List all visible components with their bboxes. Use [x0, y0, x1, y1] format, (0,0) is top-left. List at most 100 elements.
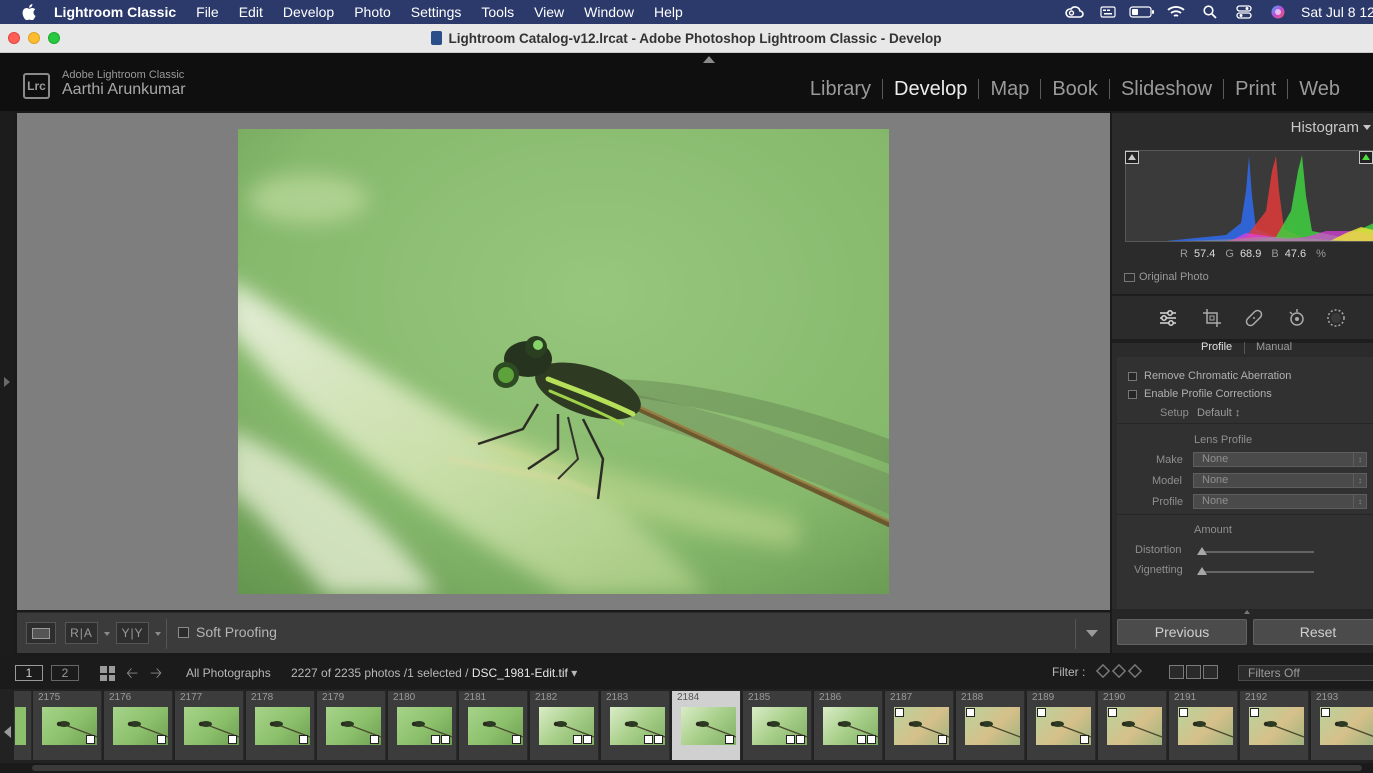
- remove-chromatic-aberration-option[interactable]: Remove Chromatic Aberration: [1128, 370, 1291, 382]
- primary-window-button[interactable]: 1: [15, 665, 43, 681]
- filmstrip-thumbnail[interactable]: 2176: [104, 691, 173, 760]
- profile-dropdown[interactable]: None ↕: [1193, 494, 1367, 509]
- maximize-window-button[interactable]: [48, 32, 60, 44]
- module-print[interactable]: Print: [1223, 79, 1287, 99]
- filmstrip-thumbnail[interactable]: 2181: [459, 691, 528, 760]
- filmstrip-thumbnail[interactable]: 2187: [885, 691, 954, 760]
- filmstrip-scrollbar[interactable]: [0, 763, 1373, 773]
- before-after-left-right-button[interactable]: R|A: [65, 622, 98, 644]
- filmstrip-thumbnail[interactable]: 2190: [1098, 691, 1167, 760]
- filmstrip-thumbnail[interactable]: 2178: [246, 691, 315, 760]
- previous-photo-arrow-icon[interactable]: 🡠: [126, 666, 138, 681]
- grid-view-icon[interactable]: [100, 666, 115, 681]
- filmstrip-partial-thumbnail[interactable]: [14, 691, 32, 760]
- secondary-window-button[interactable]: 2: [51, 665, 79, 681]
- control-center-icon[interactable]: [1227, 0, 1261, 24]
- module-web[interactable]: Web: [1287, 79, 1351, 99]
- menu-settings[interactable]: Settings: [401, 4, 472, 20]
- filmstrip-thumbnail[interactable]: 2193: [1311, 691, 1373, 760]
- distortion-slider-thumb[interactable]: [1197, 547, 1207, 555]
- shadow-clipping-indicator[interactable]: [1125, 151, 1139, 164]
- menu-edit[interactable]: Edit: [229, 4, 273, 20]
- module-library[interactable]: Library: [799, 79, 882, 99]
- flag-filter-icon[interactable]: [1111, 663, 1127, 679]
- setup-dropdown[interactable]: Default ↕: [1197, 407, 1240, 419]
- vignetting-slider-thumb[interactable]: [1197, 567, 1207, 575]
- filmstrip-thumbnail[interactable]: 2182: [530, 691, 599, 760]
- close-window-button[interactable]: [8, 32, 20, 44]
- healing-icon[interactable]: [1242, 306, 1266, 330]
- filters-dropdown[interactable]: Filters Off: [1238, 665, 1373, 681]
- crop-icon[interactable]: [1200, 306, 1224, 330]
- original-photo-checkbox[interactable]: [1124, 272, 1135, 282]
- filmstrip-thumbnail[interactable]: 2179: [317, 691, 386, 760]
- filmstrip-thumbnail[interactable]: 2188: [956, 691, 1025, 760]
- edit-sliders-icon[interactable]: [1156, 306, 1180, 330]
- tab-manual[interactable]: Manual: [1256, 341, 1292, 353]
- filmstrip-thumbnail[interactable]: 2189: [1027, 691, 1096, 760]
- filmstrip-thumbnail[interactable]: 2191: [1169, 691, 1238, 760]
- filmstrip-thumbnail[interactable]: 2185: [743, 691, 812, 760]
- histogram-graph[interactable]: [1125, 150, 1373, 242]
- module-develop[interactable]: Develop: [882, 79, 978, 99]
- flag-filter-icon[interactable]: [1127, 663, 1143, 679]
- chevron-down-icon[interactable]: ▾: [571, 666, 577, 680]
- loupe-view-button[interactable]: [26, 622, 56, 644]
- collapse-top-panel-icon[interactable]: [703, 56, 715, 63]
- menu-help[interactable]: Help: [644, 4, 693, 20]
- filmstrip-thumbnail[interactable]: 2192: [1240, 691, 1309, 760]
- flag-filter-icon[interactable]: [1095, 663, 1111, 679]
- before-after-toggle-button[interactable]: Y|Y: [116, 622, 149, 644]
- filmstrip-thumbnail[interactable]: 2175: [33, 691, 102, 760]
- remove-chromatic-aberration-checkbox[interactable]: [1128, 371, 1137, 381]
- wifi-icon[interactable]: [1159, 0, 1193, 24]
- filmstrip-thumbnail[interactable]: 2183: [601, 691, 670, 760]
- view-filter-icons[interactable]: [1169, 665, 1218, 679]
- before-after-menu-caret[interactable]: [104, 632, 110, 636]
- menu-app-name[interactable]: Lightroom Classic: [54, 4, 186, 20]
- menu-view[interactable]: View: [524, 4, 574, 20]
- menu-develop[interactable]: Develop: [273, 4, 344, 20]
- original-photo-toggle[interactable]: Original Photo: [1124, 271, 1209, 283]
- filmstrip-scroll-left-icon[interactable]: [4, 726, 11, 738]
- menu-file[interactable]: File: [186, 4, 229, 20]
- red-eye-icon[interactable]: [1285, 306, 1309, 330]
- masking-icon[interactable]: [1324, 306, 1348, 330]
- damselfly-photo[interactable]: [238, 129, 889, 594]
- siri-icon[interactable]: [1261, 0, 1295, 24]
- filmstrip-thumbnail[interactable]: 2186: [814, 691, 883, 760]
- creative-cloud-icon[interactable]: [1057, 0, 1091, 24]
- next-photo-arrow-icon[interactable]: 🡢: [150, 666, 162, 681]
- view-filter-icon[interactable]: [1203, 665, 1218, 679]
- filmstrip-thumbnail[interactable]: 2177: [175, 691, 244, 760]
- flag-filter-icons[interactable]: [1095, 663, 1143, 679]
- module-book[interactable]: Book: [1040, 79, 1109, 99]
- battery-icon[interactable]: [1125, 0, 1159, 24]
- expand-left-panel-icon[interactable]: [4, 377, 10, 387]
- view-filter-icon[interactable]: [1186, 665, 1201, 679]
- keyboard-icon[interactable]: [1091, 0, 1125, 24]
- vignetting-slider[interactable]: [1197, 567, 1314, 575]
- module-slideshow[interactable]: Slideshow: [1108, 79, 1223, 99]
- toolbar-content-chevron-icon[interactable]: [1086, 630, 1098, 637]
- filmstrip-scrollbar-thumb[interactable]: [32, 765, 1362, 771]
- histogram-header[interactable]: Histogram: [1112, 113, 1373, 141]
- enable-profile-corrections-checkbox[interactable]: [1128, 389, 1137, 399]
- menu-clock[interactable]: Sat Jul 8 12: [1295, 4, 1373, 20]
- minimize-window-button[interactable]: [28, 32, 40, 44]
- enable-profile-corrections-option[interactable]: Enable Profile Corrections: [1128, 388, 1272, 400]
- tab-profile[interactable]: Profile: [1201, 341, 1232, 353]
- distortion-slider[interactable]: [1197, 547, 1314, 555]
- soft-proofing-checkbox[interactable]: [178, 627, 189, 638]
- make-dropdown[interactable]: None ↕: [1193, 452, 1367, 467]
- histogram-collapse-icon[interactable]: [1363, 125, 1371, 130]
- menu-photo[interactable]: Photo: [344, 4, 401, 20]
- before-after-toggle-caret[interactable]: [155, 632, 161, 636]
- model-dropdown[interactable]: None ↕: [1193, 473, 1367, 488]
- filmstrip-thumbnail[interactable]: 2184: [672, 691, 741, 760]
- reset-button[interactable]: Reset: [1253, 619, 1373, 645]
- previous-button[interactable]: Previous: [1117, 619, 1247, 645]
- highlight-clipping-indicator[interactable]: [1359, 151, 1373, 164]
- apple-menu-icon[interactable]: [18, 4, 40, 20]
- spotlight-search-icon[interactable]: [1193, 0, 1227, 24]
